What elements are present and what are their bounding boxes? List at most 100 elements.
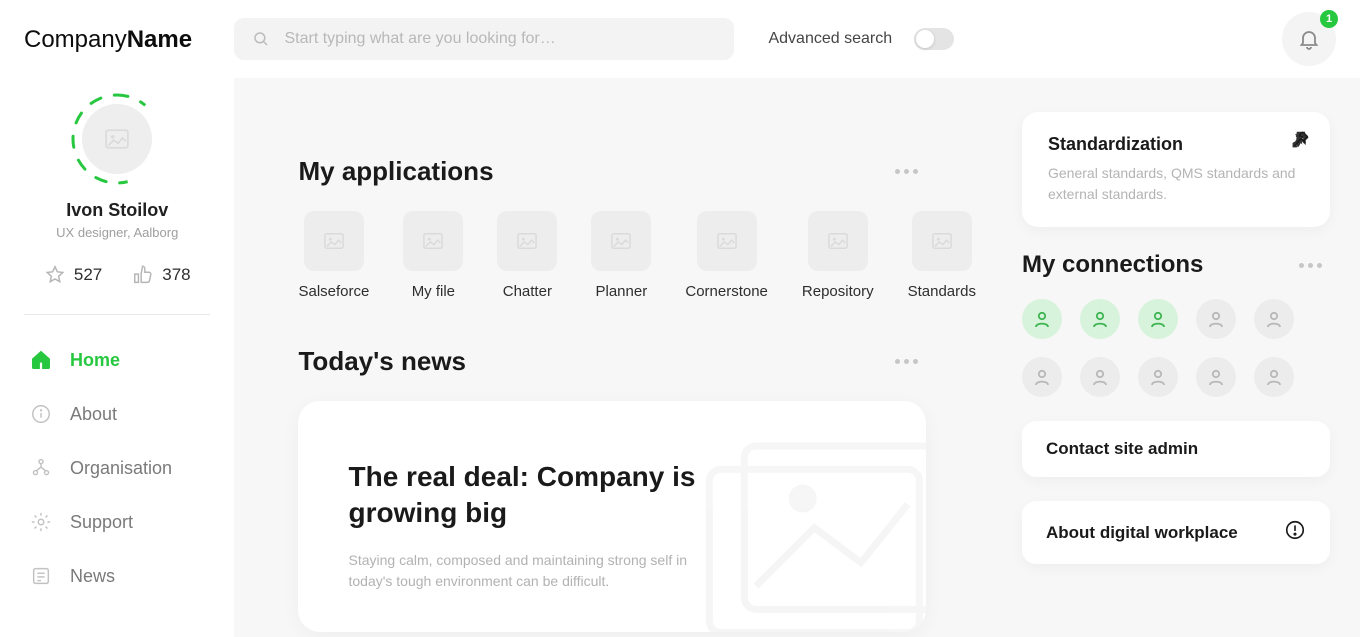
connection-avatar[interactable] xyxy=(1196,357,1236,397)
image-placeholder-icon xyxy=(516,231,538,251)
search-input[interactable] xyxy=(284,30,716,48)
app-label: Cornerstone xyxy=(685,283,768,300)
advanced-search-toggle[interactable] xyxy=(914,28,954,50)
nav-label: Organisation xyxy=(70,458,172,479)
app-repository[interactable]: Repository xyxy=(802,211,874,300)
notification-badge: 1 xyxy=(1320,10,1338,28)
image-placeholder-icon xyxy=(931,231,953,251)
star-icon xyxy=(44,264,66,286)
user-icon xyxy=(1091,368,1109,386)
app-myfile[interactable]: My file xyxy=(403,211,463,300)
connections-title: My connections xyxy=(1022,251,1203,279)
user-icon xyxy=(1207,310,1225,328)
app-cornerstone[interactable]: Cornerstone xyxy=(685,211,768,300)
app-salesforce[interactable]: Salseforce xyxy=(298,211,369,300)
apps-row: Salseforce My file Chatter Planner Corne… xyxy=(298,211,976,300)
right-panel: Standardization General standards, QMS s… xyxy=(1022,112,1330,637)
connection-avatar[interactable] xyxy=(1138,299,1178,339)
user-icon xyxy=(1265,368,1283,386)
connection-avatar[interactable] xyxy=(1138,357,1178,397)
user-icon xyxy=(1091,310,1109,328)
nav-home[interactable]: Home xyxy=(24,337,210,383)
connection-avatar[interactable] xyxy=(1022,357,1062,397)
connection-avatar[interactable] xyxy=(1080,357,1120,397)
search-box[interactable] xyxy=(234,18,734,60)
notifications-button[interactable]: 1 xyxy=(1282,12,1336,66)
sidebar-nav: Home About Organisation Support News xyxy=(24,337,210,599)
avatar-image xyxy=(82,104,152,174)
sidebar: CompanyName Ivon Stoilov UX designer, Aa… xyxy=(0,0,234,637)
news-section-title: Today's news xyxy=(298,346,466,377)
logo: CompanyName xyxy=(24,26,210,54)
gear-icon xyxy=(30,511,52,533)
image-placeholder-icon xyxy=(716,231,738,251)
avatar-wrap[interactable] xyxy=(74,96,160,182)
user-icon xyxy=(1149,368,1167,386)
main-column: Advanced search 1 My applications Salsef… xyxy=(234,0,1360,637)
image-placeholder-icon xyxy=(422,231,444,251)
link-label: Contact site admin xyxy=(1046,439,1198,459)
nav-support[interactable]: Support xyxy=(24,499,210,545)
image-placeholder-icon xyxy=(323,231,345,251)
image-placeholder-icon xyxy=(610,231,632,251)
news-body: Staying calm, composed and maintaining s… xyxy=(348,550,728,592)
news-more-button[interactable] xyxy=(887,351,926,372)
connection-avatar[interactable] xyxy=(1196,299,1236,339)
nav-label: Support xyxy=(70,512,133,533)
nav-news[interactable]: News xyxy=(24,553,210,599)
connection-avatar[interactable] xyxy=(1254,357,1294,397)
apps-section-title: My applications xyxy=(298,156,493,187)
contact-admin-link[interactable]: Contact site admin xyxy=(1022,421,1330,477)
image-placeholder-icon xyxy=(827,231,849,251)
nav-label: About xyxy=(70,404,117,425)
connection-avatar[interactable] xyxy=(1022,299,1062,339)
connections-section: My connections xyxy=(1022,251,1330,397)
pinned-body: General standards, QMS standards and ext… xyxy=(1048,163,1304,205)
about-workplace-link[interactable]: About digital workplace xyxy=(1022,501,1330,564)
nav-label: Home xyxy=(70,350,120,371)
app-standards[interactable]: Standards xyxy=(908,211,976,300)
app-label: My file xyxy=(412,283,455,300)
app-label: Planner xyxy=(596,283,648,300)
connection-avatar[interactable] xyxy=(1254,299,1294,339)
org-icon xyxy=(30,457,52,479)
topbar: Advanced search 1 xyxy=(234,0,1360,78)
user-icon xyxy=(1207,368,1225,386)
profile-block: Ivon Stoilov UX designer, Aalborg 527 37… xyxy=(24,96,210,315)
app-chatter[interactable]: Chatter xyxy=(497,211,557,300)
connections-more-button[interactable] xyxy=(1291,255,1330,276)
app-label: Chatter xyxy=(503,283,552,300)
search-icon xyxy=(252,30,270,48)
logo-part2: Name xyxy=(127,26,192,53)
advanced-search-label: Advanced search xyxy=(768,30,892,48)
news-icon xyxy=(30,565,52,587)
app-label: Standards xyxy=(908,283,976,300)
connections-grid xyxy=(1022,299,1330,397)
pin-button[interactable] xyxy=(1290,130,1310,155)
user-icon xyxy=(1265,310,1283,328)
pinned-card[interactable]: Standardization General standards, QMS s… xyxy=(1022,112,1330,227)
app-planner[interactable]: Planner xyxy=(591,211,651,300)
pin-icon xyxy=(1290,130,1310,150)
likes-count: 378 xyxy=(162,265,190,285)
profile-name: Ivon Stoilov xyxy=(66,200,168,221)
news-headline: The real deal: Company is growing big xyxy=(348,459,768,532)
stars-count: 527 xyxy=(74,265,102,285)
news-card[interactable]: The real deal: Company is growing big St… xyxy=(298,401,926,632)
nav-label: News xyxy=(70,566,115,587)
connection-avatar[interactable] xyxy=(1080,299,1120,339)
home-icon xyxy=(30,349,52,371)
content-area: My applications Salseforce My file Chatt… xyxy=(234,78,1360,637)
user-icon xyxy=(1033,310,1051,328)
nav-organisation[interactable]: Organisation xyxy=(24,445,210,491)
profile-role: UX designer, Aalborg xyxy=(56,225,178,240)
bell-icon xyxy=(1297,27,1321,51)
app-label: Repository xyxy=(802,283,874,300)
user-icon xyxy=(1149,310,1167,328)
logo-part1: Company xyxy=(24,26,127,53)
stars-stat: 527 xyxy=(44,264,102,286)
nav-about[interactable]: About xyxy=(24,391,210,437)
apps-more-button[interactable] xyxy=(887,161,926,182)
info-icon xyxy=(30,403,52,425)
pinned-title: Standardization xyxy=(1048,134,1304,155)
